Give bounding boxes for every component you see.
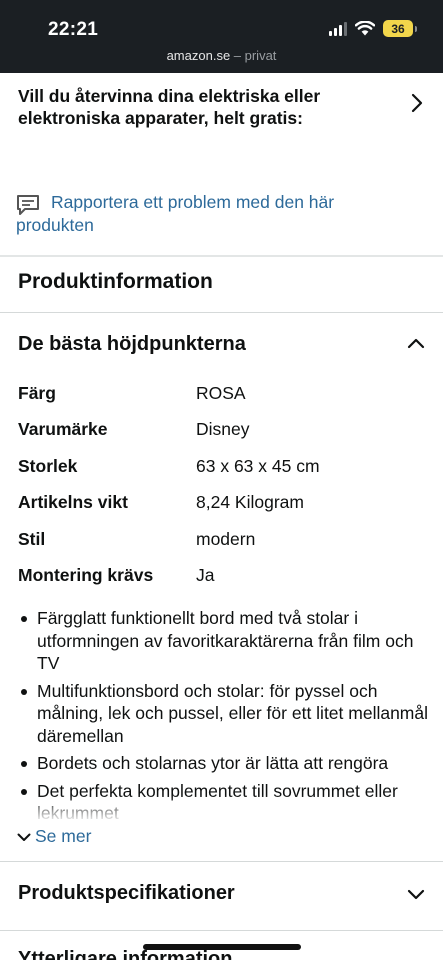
specifications-title: Produktspecifikationer [18, 882, 235, 904]
spec-key: Artikelns vikt [18, 492, 128, 512]
chevron-up-icon [407, 336, 425, 354]
signal-icon [329, 21, 347, 36]
feature-bullets: Färgglatt funktionellt bord med två stol… [18, 607, 430, 821]
report-problem-link[interactable]: Rapportera ett problem med den här produ… [16, 191, 416, 237]
url-domain: amazon.se [166, 48, 231, 63]
divider [0, 312, 443, 313]
spec-value: ROSA [196, 383, 246, 403]
wifi-icon [355, 21, 375, 36]
highlights-title: De bästa höjdpunkterna [18, 333, 246, 355]
spec-value: 63 x 63 x 45 cm [196, 456, 320, 476]
browser-top-bar: 22:21 36 amazon.se – privat [0, 0, 443, 73]
recycle-row[interactable]: Vill du återvinna dina elektriska eller … [0, 73, 443, 173]
spec-value: Ja [196, 565, 215, 585]
feedback-icon [16, 194, 40, 221]
private-label: – privat [230, 48, 277, 63]
list-item: Multifunktionsbord och stolar: för pysse… [18, 680, 430, 748]
chevron-right-icon [411, 93, 423, 118]
status-icons: 36 [329, 20, 417, 37]
spec-key: Färg [18, 383, 56, 403]
spec-key: Varumärke [18, 419, 108, 439]
list-item: Färgglatt funktionellt bord med två stol… [18, 607, 430, 675]
spec-key: Stil [18, 529, 46, 549]
spec-value: 8,24 Kilogram [196, 492, 304, 512]
status-time: 22:21 [48, 19, 99, 40]
product-info-heading: Produktinformation [18, 270, 213, 293]
divider [0, 255, 443, 257]
chevron-down-icon [407, 887, 425, 905]
list-item: Bordets och stolarnas ytor är lätta att … [18, 752, 430, 775]
see-more-link[interactable]: Se mer [17, 826, 91, 847]
report-problem-text: Rapportera ett problem med den här produ… [16, 192, 335, 235]
chevron-down-icon [17, 826, 31, 847]
home-indicator [143, 944, 301, 950]
spec-key: Storlek [18, 456, 78, 476]
spec-key: Montering krävs [18, 565, 154, 585]
divider [0, 930, 443, 931]
divider [0, 861, 443, 862]
spec-value: Disney [196, 419, 250, 439]
spec-value: modern [196, 529, 256, 549]
see-more-label: Se mer [35, 826, 92, 846]
text-fade [0, 795, 443, 823]
url-bar[interactable]: amazon.se – privat [0, 48, 443, 63]
battery-icon: 36 [383, 20, 417, 37]
recycle-text: Vill du återvinna dina elektriska eller … [18, 86, 321, 128]
